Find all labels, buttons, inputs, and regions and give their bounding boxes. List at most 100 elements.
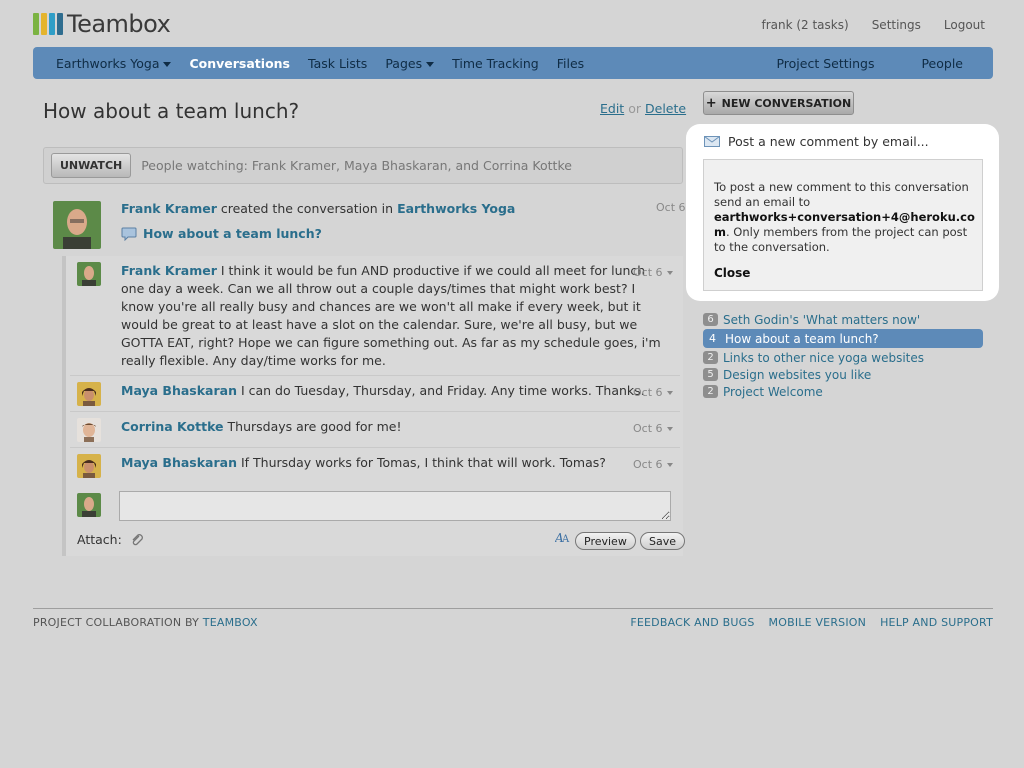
comment: Corrina Kottke Thursdays are good for me… [121,418,669,436]
creator-link[interactable]: Frank Kramer [121,201,217,216]
comment-author[interactable]: Frank Kramer [121,263,217,278]
conversation-list: 6 Seth Godin's 'What matters now' 4 How ab… [703,311,983,400]
nav-task-lists[interactable]: Task Lists [299,56,376,71]
chevron-down-icon [163,61,172,67]
edit-link[interactable]: Edit [600,101,624,116]
text-format-icon[interactable]: AA [555,530,571,544]
mobile-version-link[interactable]: MOBILE VERSION [769,616,867,629]
nav-project-settings[interactable]: Project Settings [776,56,883,71]
comment-text: Thursdays are good for me! [227,419,402,434]
comment-date-label: Oct 6 [633,266,663,279]
chevron-down-icon [666,426,673,431]
comment: Maya Bhaskaran If Thursday works for Tom… [121,454,669,472]
comment-date[interactable]: Oct 6 [633,422,673,435]
conversation-list-item[interactable]: 2 Project Welcome [703,383,983,400]
conversation-list-item[interactable]: 5 Design websites you like [703,366,983,383]
title-actions: Edit or Delete [600,101,686,116]
footer-divider [33,608,993,609]
nav-conversations[interactable]: Conversations [180,56,299,71]
attach-label: Attach: [77,532,122,547]
feedback-link[interactable]: FEEDBACK AND BUGS [630,616,754,629]
avatar[interactable] [53,201,101,249]
watch-bar: UNWATCH People watching: Frank Kramer, M… [43,147,683,184]
footer-credit-text: PROJECT COLLABORATION BY [33,616,200,629]
comment-date[interactable]: Oct 6 [633,266,673,279]
paperclip-icon[interactable] [130,533,144,547]
logo-text: Teambox [67,10,171,38]
main-nav: Earthworks Yoga Conversations Task Lists… [33,47,993,79]
comment-count-badge: 5 [703,368,718,381]
comment: Frank Kramer I think it would be fun AND… [121,262,669,370]
conversation-title: Seth Godin's 'What matters now' [723,312,921,327]
comment-input[interactable] [119,491,671,521]
avatar[interactable] [77,418,101,442]
subject-link[interactable]: How about a team lunch? [143,226,322,241]
unwatch-button[interactable]: UNWATCH [51,153,132,178]
divider [70,411,680,412]
watchers-text: People watching: Frank Kramer, Maya Bhas… [141,158,572,173]
conversation-title: Design websites you like [723,367,872,382]
comment-text: I can do Tuesday, Thursday, and Friday. … [240,383,645,398]
nav-files[interactable]: Files [548,56,593,71]
save-button[interactable]: Save [640,532,686,550]
comment-text: I think it would be fun AND productive i… [121,263,661,368]
nav-pages-label: Pages [385,55,423,71]
comment-date[interactable]: Oct 6 [633,458,673,471]
comment-author[interactable]: Maya Bhaskaran [121,455,237,470]
email-instructions: To post a new comment to this conversati… [714,180,975,255]
nav-people[interactable]: People [912,56,972,71]
header: Teambox frank (2 tasks) Settings Logout [33,8,993,42]
chevron-down-icon [666,270,673,275]
user-links: frank (2 tasks) Settings Logout [761,18,985,32]
avatar[interactable] [77,262,101,286]
email-panel-header[interactable]: Post a new comment by email... [704,134,929,149]
email-info-box: To post a new comment to this conversati… [703,159,983,291]
conversation-list-item[interactable]: 6 Seth Godin's 'What matters now' [703,311,983,328]
nav-pages-dropdown[interactable]: Pages [376,56,443,71]
avatar[interactable] [77,382,101,406]
conversation-title: Links to other nice yoga websites [723,350,924,365]
comment-date-label: Oct 6 [633,386,663,399]
comment-date[interactable]: Oct 6 [633,386,673,399]
nav-time-tracking[interactable]: Time Tracking [443,56,548,71]
email-panel-title: Post a new comment by email... [728,134,929,149]
settings-link[interactable]: Settings [872,18,921,32]
comment-author[interactable]: Maya Bhaskaran [121,383,237,398]
logo-icon [33,13,63,35]
attach-row: Attach: [77,532,144,547]
comment-date-label: Oct 6 [633,458,663,471]
conversation-list-item[interactable]: 2 Links to other nice yoga websites [703,349,983,366]
nav-project-dropdown[interactable]: Earthworks Yoga [56,56,180,71]
conversation-created: Frank Kramer created the conversation in… [121,201,515,216]
nav-project-label: Earthworks Yoga [56,55,160,71]
footer-credit: PROJECT COLLABORATION BY TEAMBOX [33,616,258,629]
chevron-down-icon [666,462,673,467]
comment-author[interactable]: Corrina Kottke [121,419,224,434]
user-tasks-link[interactable]: frank (2 tasks) [761,18,848,32]
avatar[interactable] [77,454,101,478]
new-conversation-button[interactable]: + NEW CONVERSATION [703,91,854,115]
project-link[interactable]: Earthworks Yoga [397,201,515,216]
created-text: created the conversation in [220,201,394,216]
comment: Maya Bhaskaran I can do Tuesday, Thursda… [121,382,669,400]
conversation-title: Project Welcome [723,384,823,399]
plus-icon: + [705,95,717,111]
envelope-icon [704,136,720,147]
conversation-list-item[interactable]: 4 How about a team lunch? [703,329,983,348]
preview-button[interactable]: Preview [575,532,636,550]
teambox-logo[interactable]: Teambox [33,10,171,38]
delete-link[interactable]: Delete [645,101,686,116]
created-date: Oct 6 [656,201,686,214]
avatar [77,493,101,517]
email-text-1: To post a new comment to this conversati… [714,180,969,209]
email-comment-panel: Post a new comment by email... To post a… [686,124,999,301]
teambox-link[interactable]: TEAMBOX [203,616,258,629]
close-link[interactable]: Close [714,266,750,280]
svg-text:A: A [561,534,570,544]
help-link[interactable]: HELP AND SUPPORT [880,616,993,629]
logout-link[interactable]: Logout [944,18,985,32]
comment-count-badge: 4 [709,332,716,345]
or-text: or [628,101,642,116]
comment-count-badge: 6 [703,313,718,326]
speech-bubble-icon [121,227,137,241]
